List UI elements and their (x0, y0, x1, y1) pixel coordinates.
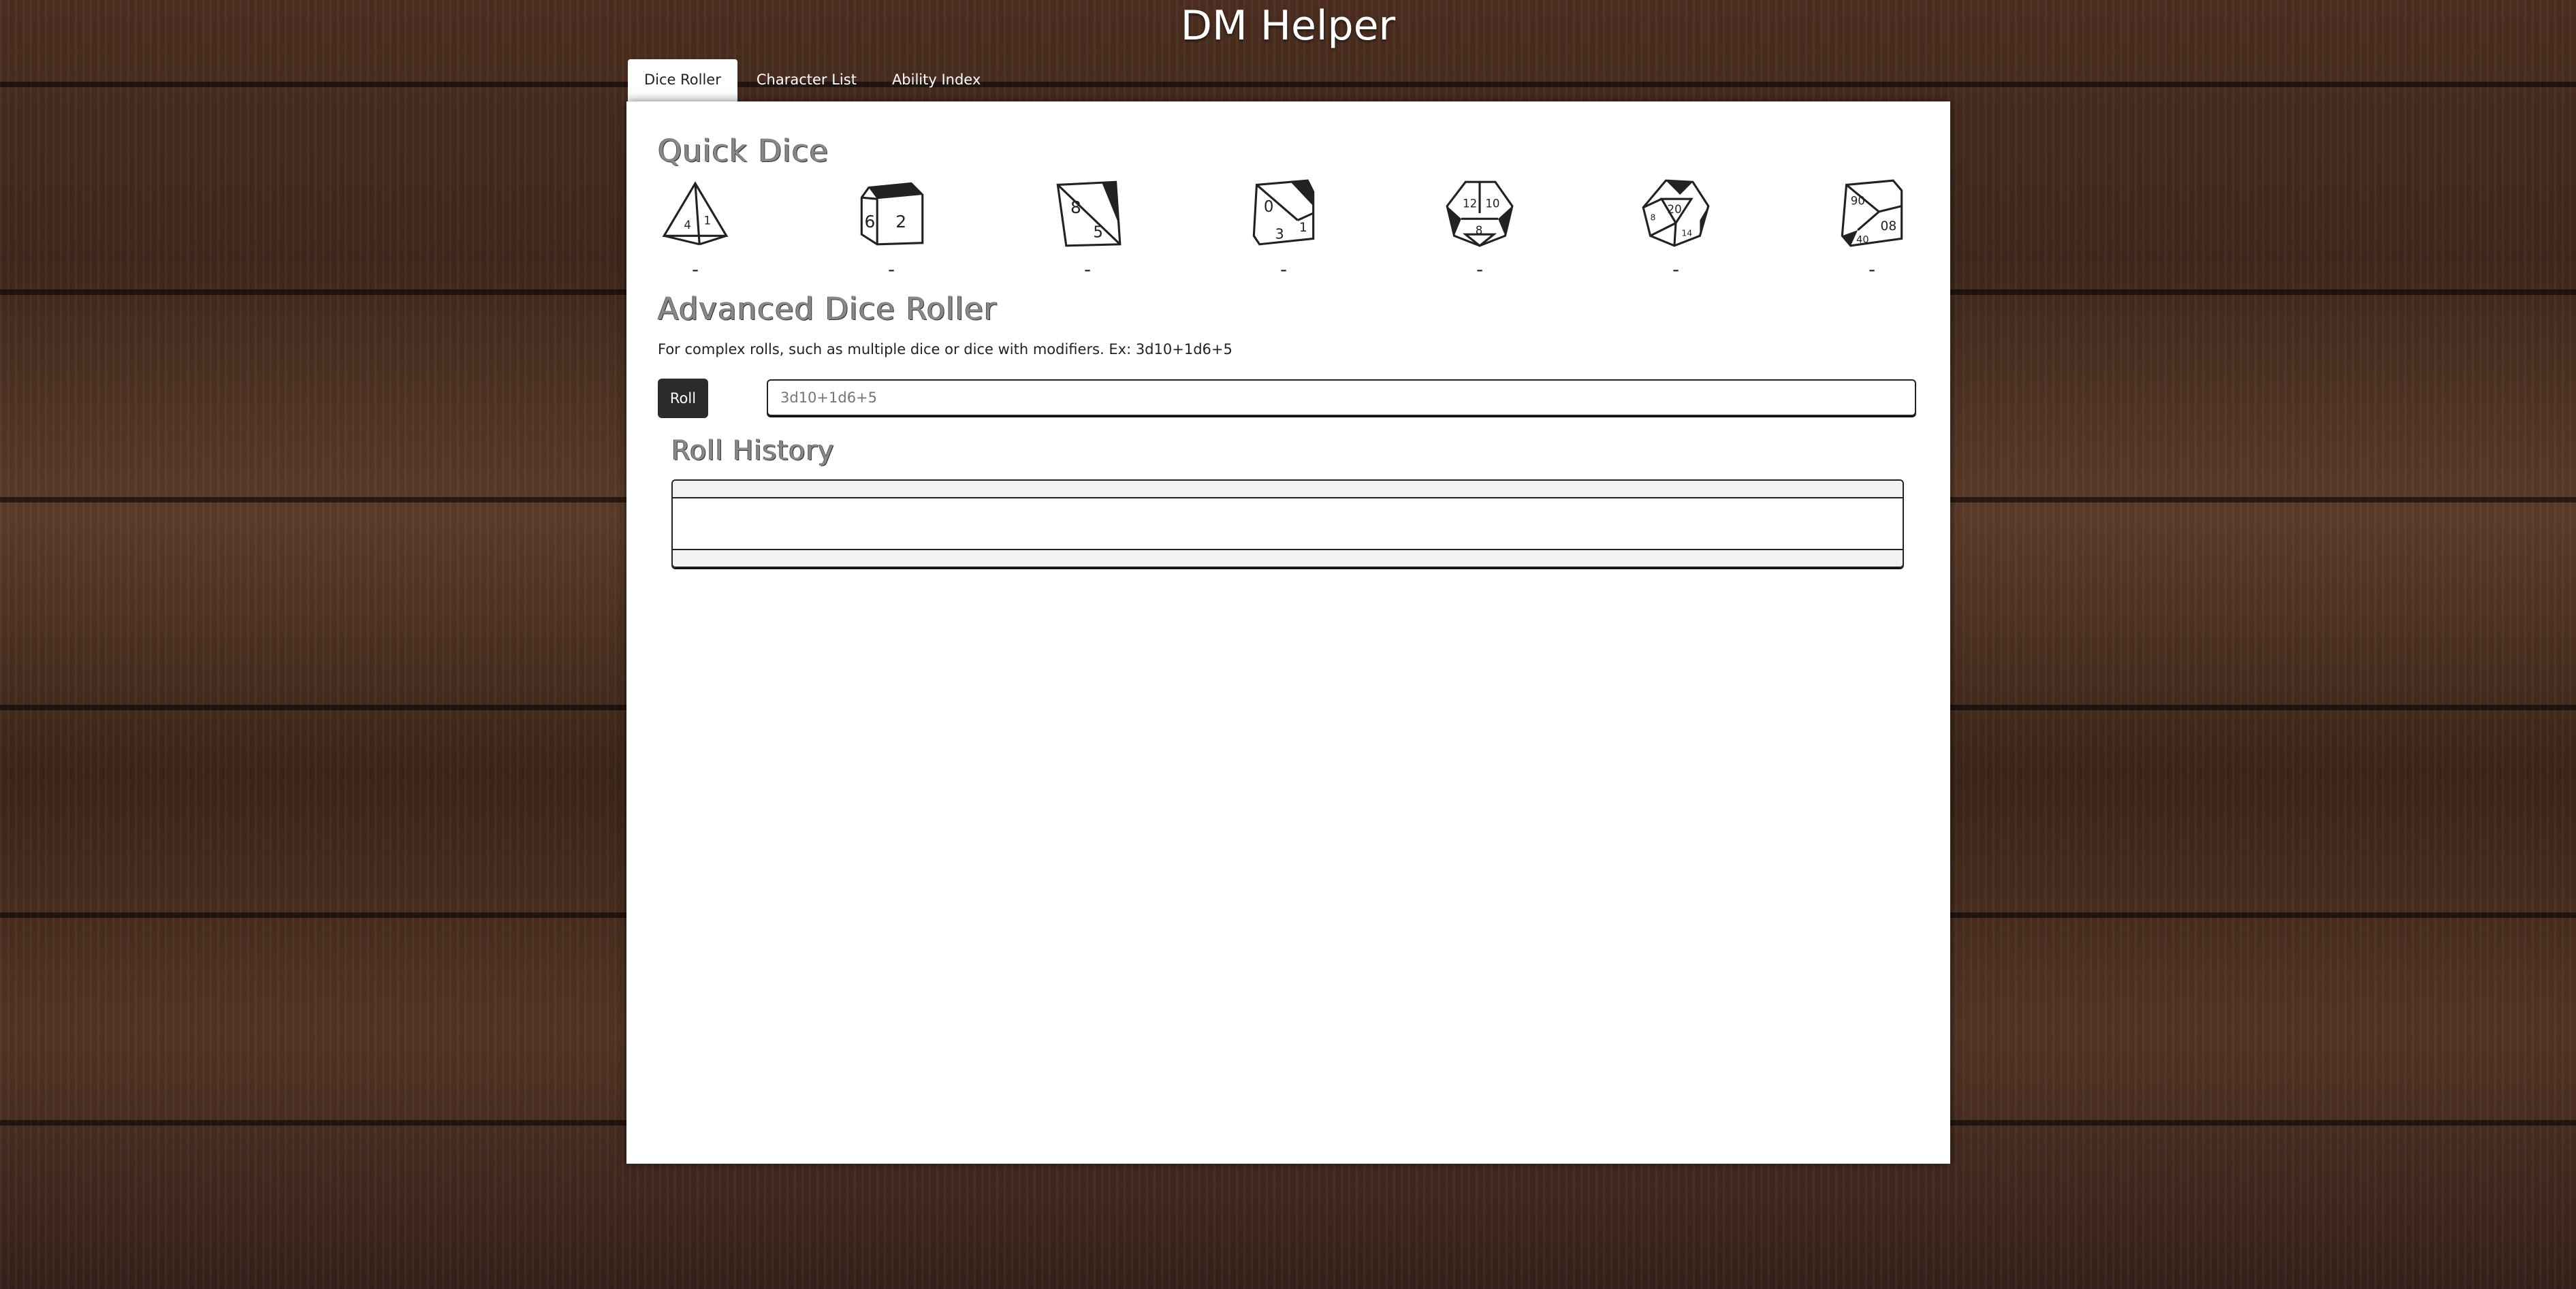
quick-dice-heading: Quick Dice (658, 133, 829, 169)
dice-expression-input[interactable] (767, 379, 1916, 416)
svg-text:5: 5 (1093, 223, 1103, 241)
dice-roller-panel: Quick Dice 4 1 - 6 2 - 8 5 - 0 3 1 - 12 … (626, 101, 1950, 1164)
tab-character-list[interactable]: Character List (740, 59, 873, 101)
svg-text:3: 3 (1275, 225, 1284, 242)
quick-die-d4[interactable]: 4 1 - (658, 178, 733, 280)
d20-icon: 20 8 14 (1642, 179, 1710, 247)
d12-icon: 12 10 8 (1446, 180, 1514, 247)
svg-text:1: 1 (703, 214, 711, 227)
svg-text:40: 40 (1856, 234, 1869, 246)
svg-text:4: 4 (684, 219, 691, 232)
svg-text:6: 6 (864, 212, 875, 232)
roll-history-header (673, 481, 1903, 498)
d100-result: - (1868, 258, 1876, 281)
svg-text:1: 1 (1299, 221, 1307, 235)
svg-text:20: 20 (1668, 203, 1682, 216)
svg-text:8: 8 (1070, 197, 1081, 217)
roll-history-heading: Roll History (671, 435, 835, 466)
svg-text:90: 90 (1851, 195, 1865, 208)
d4-result: - (691, 258, 699, 281)
roll-history-table (671, 479, 1904, 568)
svg-text:2: 2 (895, 212, 906, 232)
svg-text:8: 8 (1651, 212, 1656, 222)
roll-history-footer (673, 549, 1903, 567)
quick-die-d8[interactable]: 8 5 - (1050, 178, 1125, 280)
svg-text:14: 14 (1681, 227, 1692, 238)
d20-result: - (1672, 258, 1680, 281)
advanced-dice-heading: Advanced Dice Roller (658, 291, 998, 327)
svg-text:08: 08 (1880, 219, 1896, 234)
svg-text:8: 8 (1476, 224, 1483, 237)
roll-button[interactable]: Roll (658, 379, 708, 418)
app-title: DM Helper (1180, 2, 1396, 50)
quick-die-d6[interactable]: 6 2 - (854, 178, 929, 280)
advanced-description: For complex rolls, such as multiple dice… (658, 341, 1233, 357)
svg-text:0: 0 (1264, 198, 1274, 216)
d10-result: - (1279, 258, 1288, 281)
d12-result: - (1476, 258, 1484, 281)
d10-icon: 0 3 1 (1252, 179, 1315, 246)
quick-die-d12[interactable]: 12 10 8 - (1442, 178, 1517, 280)
quick-die-d100[interactable]: 90 08 40 - (1834, 178, 1909, 280)
d6-result: - (887, 258, 895, 281)
d6-icon: 6 2 (860, 182, 924, 246)
tab-bar: Dice Roller Character List Ability Index (628, 59, 997, 101)
quick-die-d20[interactable]: 20 8 14 - (1638, 178, 1713, 280)
svg-text:12: 12 (1463, 197, 1477, 210)
d8-result: - (1083, 258, 1092, 281)
tab-dice-roller[interactable]: Dice Roller (628, 59, 737, 101)
quick-dice-row: 4 1 - 6 2 - 8 5 - 0 3 1 - 12 10 8 - 20 8… (658, 178, 1924, 280)
svg-text:10: 10 (1485, 197, 1499, 210)
d100-icon: 90 08 40 (1841, 179, 1903, 247)
d8-icon: 8 5 (1056, 180, 1122, 247)
d4-icon: 4 1 (662, 181, 729, 246)
tab-ability-index[interactable]: Ability Index (876, 59, 997, 101)
quick-die-d10[interactable]: 0 3 1 - (1246, 178, 1321, 280)
